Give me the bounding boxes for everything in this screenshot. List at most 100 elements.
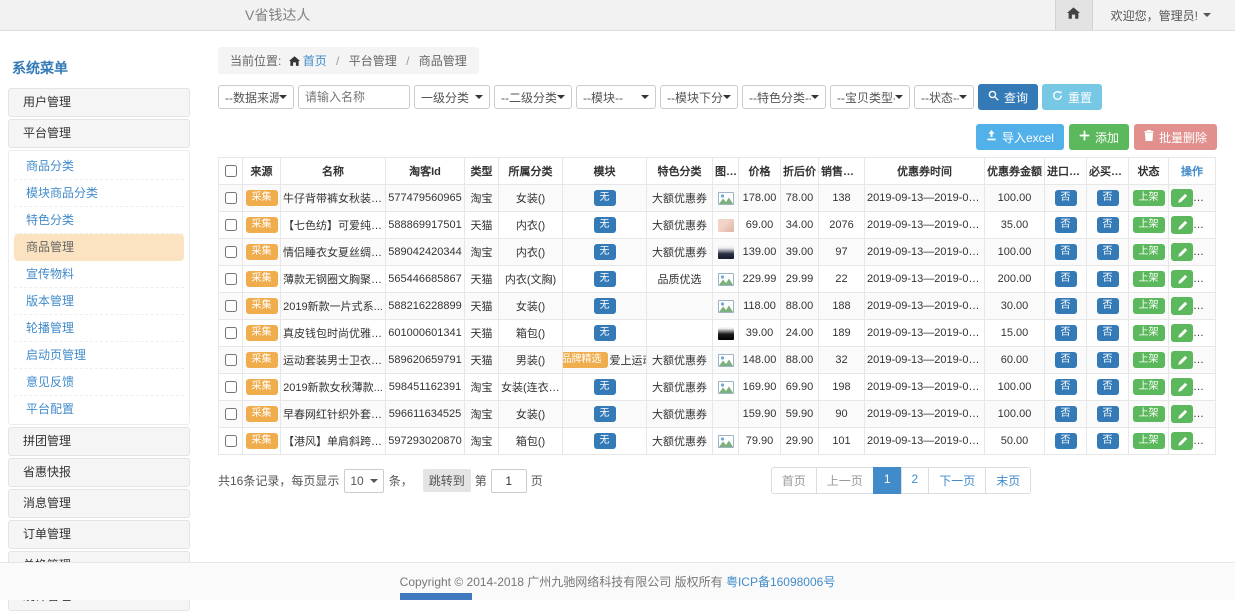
per-page-select[interactable]: 10 — [344, 469, 383, 493]
must-buy-cell: 否 — [1087, 293, 1129, 320]
edit-button[interactable] — [1171, 270, 1193, 288]
jump-button[interactable]: 跳转到 — [423, 469, 471, 492]
home-button[interactable] — [1055, 0, 1093, 30]
column-header-13: 进口优选 — [1045, 158, 1087, 185]
chevron-down-icon — [895, 95, 903, 99]
row-checkbox[interactable] — [225, 408, 237, 420]
sidebar-item-goods-manage[interactable]: 商品管理 — [14, 234, 184, 261]
category-cell: 女装() — [499, 185, 563, 212]
sidebar-item-goods-category[interactable]: 商品分类 — [14, 153, 184, 180]
coupon-amount-cell: 100.00 — [985, 239, 1045, 266]
topbar-right: 欢迎您，管理员! — [1055, 0, 1235, 30]
row-checkbox[interactable] — [225, 354, 237, 366]
edit-button[interactable] — [1171, 405, 1193, 423]
sidebar-item-module-goods-category[interactable]: 模块商品分类 — [14, 180, 184, 207]
sidebar-group-group-buy[interactable]: 拼团管理 — [8, 427, 190, 456]
row-select-cell — [219, 428, 243, 455]
add-button[interactable]: 添加 — [1069, 124, 1129, 150]
user-menu[interactable]: 欢迎您，管理员! — [1111, 7, 1211, 24]
row-checkbox[interactable] — [225, 246, 237, 258]
module-select[interactable]: --模块-- — [576, 85, 656, 109]
batch-delete-button[interactable]: 批量删除 — [1134, 124, 1217, 150]
sidebar-item-platform-config[interactable]: 平台配置 — [14, 396, 184, 422]
must-buy-cell: 否 — [1087, 428, 1129, 455]
search-button[interactable]: 查询 — [978, 84, 1038, 110]
module-badge: 无 — [594, 217, 616, 233]
row-checkbox[interactable] — [225, 327, 237, 339]
sidebar-item-carousel-manage[interactable]: 轮播管理 — [14, 315, 184, 342]
row-checkbox[interactable] — [225, 381, 237, 393]
level2-category-select[interactable]: --二级分类-- — [494, 85, 572, 109]
edit-button[interactable] — [1171, 351, 1193, 369]
actions-cell — [1169, 428, 1216, 455]
sidebar-item-feature-category[interactable]: 特色分类 — [14, 207, 184, 234]
edit-button[interactable] — [1171, 189, 1193, 207]
discount-cell: 29.99 — [781, 266, 819, 293]
imported-cell: 否 — [1045, 401, 1087, 428]
module-subcategory-select[interactable]: --模块下分类-- — [660, 85, 738, 109]
sidebar-group-message[interactable]: 消息管理 — [8, 489, 190, 518]
sidebar-menu: 用户管理平台管理商品分类模块商品分类特色分类商品管理宣传物料版本管理轮播管理启动… — [8, 88, 190, 611]
image-placeholder-icon — [718, 435, 734, 448]
reset-button[interactable]: 重置 — [1042, 84, 1102, 110]
sidebar-item-feedback[interactable]: 意见反馈 — [14, 369, 184, 396]
page-number-input[interactable] — [491, 469, 527, 493]
must-buy-badge: 否 — [1097, 325, 1119, 341]
icon-cell — [713, 401, 739, 428]
source-cell: 采集 — [243, 212, 281, 239]
import-excel-button[interactable]: 导入excel — [976, 124, 1064, 150]
sidebar-group-user[interactable]: 用户管理 — [8, 88, 190, 117]
edit-button[interactable] — [1171, 378, 1193, 396]
row-checkbox[interactable] — [225, 435, 237, 447]
select-all-checkbox[interactable] — [225, 165, 237, 177]
price-cell: 159.90 — [739, 401, 781, 428]
row-checkbox[interactable] — [225, 219, 237, 231]
type-cell: 天猫 — [465, 266, 499, 293]
pager-下一页[interactable]: 下一页 — [928, 467, 986, 494]
price-cell: 178.00 — [739, 185, 781, 212]
data-source-select[interactable]: --数据来源-- — [218, 85, 294, 109]
sales-cell: 32 — [819, 347, 865, 374]
edit-button[interactable] — [1171, 432, 1193, 450]
taoke-id-cell: 588216228899 — [386, 293, 465, 320]
pager-末页[interactable]: 末页 — [985, 467, 1031, 494]
sidebar-item-version-manage[interactable]: 版本管理 — [14, 288, 184, 315]
copyright-text: Copyright © 2014-2018 广州九驰网络科技有限公司 版权所有 — [400, 573, 723, 590]
feature-category-select[interactable]: --特色分类-- — [742, 85, 826, 109]
breadcrumb-home-link[interactable]: 首页 — [303, 54, 327, 68]
row-select-cell — [219, 347, 243, 374]
coupon-amount-cell: 30.00 — [985, 293, 1045, 320]
imported-badge: 否 — [1055, 190, 1077, 206]
name-input[interactable] — [298, 85, 410, 109]
coupon-amount-cell: 200.00 — [985, 266, 1045, 293]
edit-button[interactable] — [1171, 216, 1193, 234]
chevron-down-icon — [811, 95, 819, 99]
row-checkbox[interactable] — [225, 300, 237, 312]
sidebar-item-splash-manage[interactable]: 启动页管理 — [14, 342, 184, 369]
item-type-select[interactable]: --宝贝类型-- — [830, 85, 910, 109]
search-icon — [988, 90, 999, 104]
column-header-11: 优惠券时间 — [865, 158, 985, 185]
bottom-blue-sliver — [400, 593, 472, 600]
edit-button[interactable] — [1171, 243, 1193, 261]
status-select[interactable]: --状态-- — [914, 85, 974, 109]
sidebar-group-saving-news[interactable]: 省惠快报 — [8, 458, 190, 487]
source-badge: 采集 — [246, 244, 278, 260]
coupon-amount-cell: 50.00 — [985, 428, 1045, 455]
edit-button[interactable] — [1171, 324, 1193, 342]
icp-link[interactable]: 粤ICP备16098006号 — [726, 573, 835, 590]
row-select-cell — [219, 239, 243, 266]
pager-2[interactable]: 2 — [901, 467, 930, 494]
sidebar-group-platform[interactable]: 平台管理 — [8, 119, 190, 148]
source-cell: 采集 — [243, 347, 281, 374]
pager-current-page[interactable]: 1 — [873, 467, 902, 494]
level1-category-select[interactable]: 一级分类 — [414, 85, 490, 109]
sidebar-item-promo-material[interactable]: 宣传物料 — [14, 261, 184, 288]
row-checkbox[interactable] — [225, 273, 237, 285]
select-value: --宝贝类型-- — [837, 89, 895, 106]
table-row: 采集运动套装男士卫衣初秋...589620659791天猫男装()品牌精选爱上运… — [219, 347, 1216, 374]
row-checkbox[interactable] — [225, 192, 237, 204]
edit-button[interactable] — [1171, 297, 1193, 315]
sidebar-group-order[interactable]: 订单管理 — [8, 520, 190, 549]
status-cell: 上架 — [1129, 401, 1169, 428]
